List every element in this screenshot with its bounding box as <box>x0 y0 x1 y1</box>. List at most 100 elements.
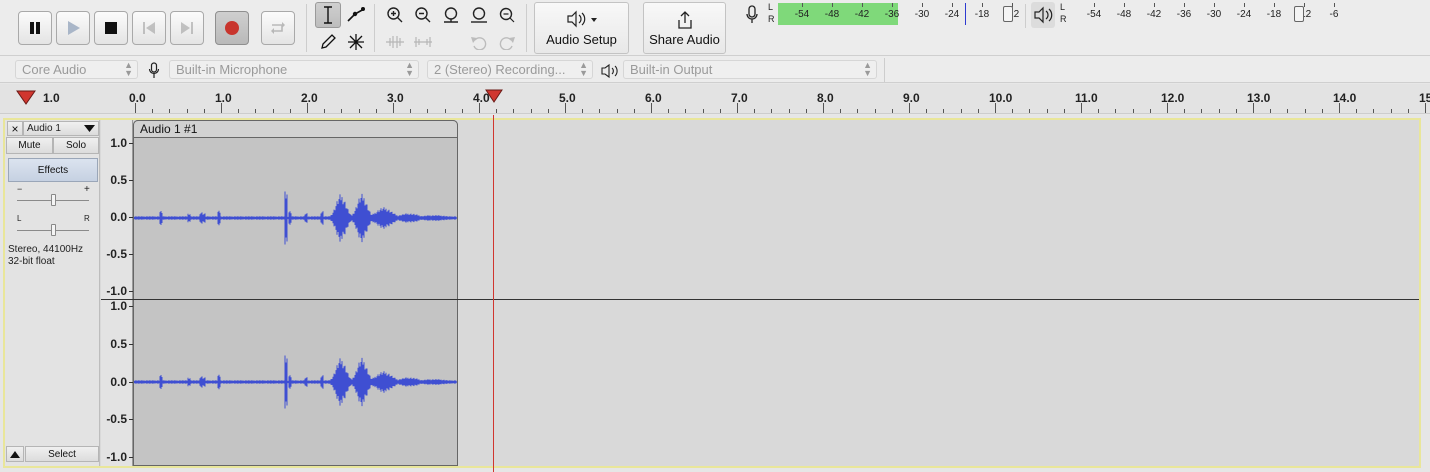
recording-device-value: Built-in Microphone <box>176 62 288 77</box>
meter-scale-label: -6 <box>1329 9 1339 20</box>
timeline-minor-tick <box>977 109 979 113</box>
envelope-tool[interactable] <box>343 2 369 28</box>
effects-button[interactable]: Effects <box>8 158 98 182</box>
record-button[interactable] <box>215 11 249 45</box>
trim-audio-button[interactable] <box>382 29 408 55</box>
microphone-icon <box>148 62 160 78</box>
timeline-minor-tick <box>926 109 928 113</box>
meter-scale-label: -36 <box>1176 9 1192 20</box>
play-icon <box>68 21 80 35</box>
meter-scale-label: -36 <box>884 9 900 20</box>
meter-tick <box>1154 3 1155 7</box>
timeline-tick-label: 9.0 <box>903 91 920 105</box>
gain-max-label: + <box>84 184 90 195</box>
meter-tick <box>922 3 923 7</box>
amplitude-label: 0.0 <box>110 374 127 389</box>
playback-volume-handle[interactable] <box>1294 6 1304 22</box>
pause-button[interactable] <box>18 11 52 45</box>
pan-slider-thumb[interactable] <box>51 224 56 236</box>
fit-selection-button[interactable] <box>438 2 464 28</box>
timeline-tick-label: 3.0 <box>387 91 404 105</box>
audio-setup-button[interactable]: Audio Setup <box>534 2 629 54</box>
stop-button[interactable] <box>94 11 128 45</box>
record-meter-button[interactable] <box>741 2 763 28</box>
select-label: Select <box>48 448 76 460</box>
timeline-minor-tick <box>1029 109 1031 113</box>
close-icon: × <box>11 121 19 136</box>
timeline-major-tick <box>1167 103 1168 113</box>
timeline-minor-tick <box>496 109 498 113</box>
record-volume-handle[interactable] <box>1003 6 1013 22</box>
mute-button[interactable]: Mute <box>6 137 53 154</box>
pencil-icon <box>321 34 336 49</box>
share-audio-button[interactable]: Share Audio <box>643 2 726 54</box>
timeline-major-tick <box>221 103 222 113</box>
timeline-major-tick <box>995 103 996 113</box>
undo-button[interactable] <box>466 29 492 55</box>
meter-scale-label: -54 <box>1086 9 1102 20</box>
timeline-minor-tick <box>1201 109 1203 113</box>
timeline-major-tick <box>1081 103 1082 113</box>
timeline-minor-tick <box>960 109 962 113</box>
timeline-minor-tick <box>1373 109 1375 113</box>
playback-meter[interactable]: -54 -48 -42 -36 -30 -24 -18 -12 -6 <box>1070 3 1338 25</box>
timeline-major-tick <box>1425 103 1426 113</box>
waveform-right-channel <box>134 355 457 409</box>
timeline-minor-tick <box>427 109 429 113</box>
play-region-start-marker[interactable] <box>16 90 36 105</box>
recording-device-dropdown[interactable]: Built-in Microphone ▲ ▼ <box>169 60 419 79</box>
envelope-icon <box>347 7 365 22</box>
chevron-updown-icon: ▲ ▼ <box>863 60 872 78</box>
audio-host-dropdown[interactable]: Core Audio ▲ ▼ <box>15 60 138 79</box>
gain-slider-thumb[interactable] <box>51 194 56 206</box>
collapse-track-button[interactable] <box>6 446 24 462</box>
selection-tool[interactable] <box>315 2 341 28</box>
skip-to-start-button[interactable] <box>132 11 166 45</box>
timeline-tick-label: 8.0 <box>817 91 834 105</box>
audio-setup-label: Audio Setup <box>546 32 617 47</box>
meter-scale-label: -48 <box>1116 9 1132 20</box>
redo-button[interactable] <box>494 29 520 55</box>
track-format-info: Stereo, 44100Hz 32-bit float <box>8 244 83 268</box>
meter-tick <box>1244 3 1245 7</box>
playback-device-dropdown[interactable]: Built-in Output ▲ ▼ <box>623 60 877 79</box>
multi-tool[interactable] <box>343 29 369 55</box>
playback-meter-button[interactable] <box>1031 2 1055 28</box>
solo-button[interactable]: Solo <box>53 137 99 154</box>
track-name-menu[interactable]: Audio 1 <box>23 121 99 136</box>
timeline-minor-tick <box>582 109 584 113</box>
zoom-toggle-button[interactable] <box>494 2 520 28</box>
waveform[interactable] <box>134 139 457 465</box>
track-format-depth: 32-bit float <box>8 256 55 267</box>
timeline-ruler[interactable]: 1.0 0.0 1.0 2.0 3.0 4.0 5.0 6.0 7.0 8.0 9.0 10.0 11… <box>0 84 1430 114</box>
fit-project-button[interactable] <box>466 2 492 28</box>
recording-channels-dropdown[interactable]: 2 (Stereo) Recording... ▲ ▼ <box>427 60 593 79</box>
timeline-minor-tick <box>771 109 773 113</box>
silence-audio-button[interactable] <box>410 29 436 55</box>
microphone-icon <box>746 5 758 23</box>
timeline-major-tick <box>1339 103 1340 113</box>
record-meter[interactable]: -54-48-42-36-30-24-18-12-6 <box>778 3 1046 25</box>
record-meter-peak <box>965 3 966 25</box>
asterisk-icon <box>348 34 364 50</box>
meter-scale-label: -30 <box>1206 9 1222 20</box>
close-track-button[interactable]: × <box>7 121 23 136</box>
timeline-tick-label: 10.0 <box>989 91 1013 105</box>
draw-tool[interactable] <box>315 29 341 55</box>
skip-end-icon <box>181 22 193 34</box>
zoom-out-button[interactable] <box>410 2 436 28</box>
zoom-toggle-icon <box>499 7 515 23</box>
meter-tick <box>1334 3 1335 7</box>
play-button[interactable] <box>56 11 90 45</box>
timeline-minor-tick <box>1063 109 1065 113</box>
timeline-tick-label: 0.0 <box>129 91 146 105</box>
select-track-button[interactable]: Select <box>25 446 99 462</box>
loop-button[interactable] <box>261 11 295 45</box>
timeline-minor-tick <box>375 109 377 113</box>
zoom-in-button[interactable] <box>382 2 408 28</box>
timeline-minor-tick <box>1390 109 1392 113</box>
timeline-minor-tick <box>341 109 343 113</box>
skip-to-end-button[interactable] <box>170 11 204 45</box>
amplitude-label: 1.0 <box>110 136 127 150</box>
amplitude-label: -0.5 <box>106 412 127 427</box>
